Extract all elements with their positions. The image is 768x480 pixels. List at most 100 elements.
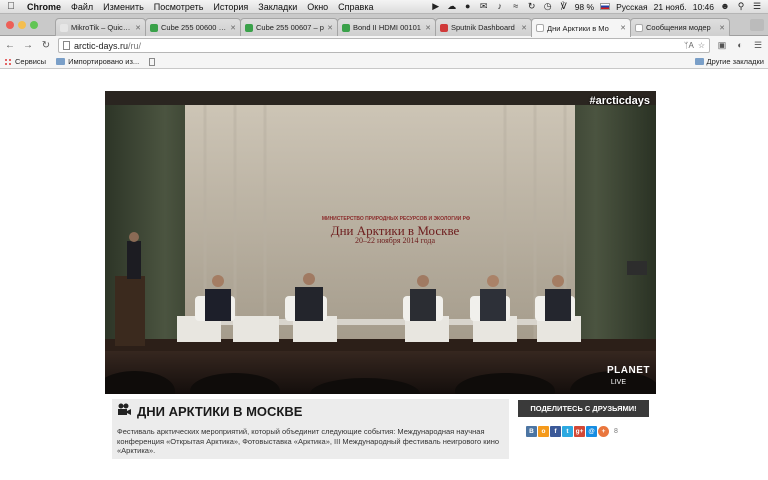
- chrome-menu-icon[interactable]: ☰: [752, 40, 764, 52]
- social-share-buttons: В о f t g+ @ + 8: [526, 426, 618, 437]
- clock-icon[interactable]: ◷: [543, 2, 553, 11]
- zoom-window-button[interactable]: [30, 21, 38, 29]
- cloud-icon[interactable]: ☁: [447, 2, 457, 11]
- wifi-icon[interactable]: ≈: [511, 2, 521, 11]
- menubar-date[interactable]: 21 нояб.: [654, 2, 687, 12]
- battery-percent[interactable]: 98 %: [575, 2, 594, 12]
- bluetooth-icon[interactable]: ℣: [559, 2, 569, 11]
- page-icon: [63, 41, 70, 50]
- user-icon[interactable]: ☻: [720, 2, 730, 11]
- tab-label: Cube 255 00607 – p: [256, 23, 324, 32]
- tab-label: Bond II HDMI 00101: [353, 23, 421, 32]
- tab-arctic-days[interactable]: Дни Арктики в Мо ✕: [531, 18, 631, 37]
- tab-label: Cube 255 00600 – p: [161, 23, 229, 32]
- bookmark-star-icon[interactable]: ☆: [698, 41, 705, 50]
- live-video-player[interactable]: МИНИСТЕРСТВО ПРИРОДНЫХ РЕСУРСОВ И ЭКОЛОГ…: [105, 91, 656, 394]
- bookmarks-bar: Сервисы Импортировано из... Другие закла…: [0, 55, 768, 69]
- share-count: 8: [614, 428, 618, 435]
- odnoklassniki-share-icon[interactable]: о: [538, 426, 549, 437]
- volume-icon[interactable]: ♪: [495, 2, 505, 11]
- search-icon[interactable]: ⚲: [736, 2, 746, 11]
- bookmark-imported-folder[interactable]: Импортировано из...: [56, 57, 139, 66]
- window-controls: [6, 21, 38, 29]
- back-icon[interactable]: ←: [4, 40, 16, 51]
- extension-icon[interactable]: ◐: [734, 40, 746, 52]
- menu-app-name[interactable]: Chrome: [22, 2, 66, 12]
- close-icon[interactable]: ✕: [521, 24, 527, 32]
- close-icon[interactable]: ✕: [425, 24, 431, 32]
- profile-icon[interactable]: [750, 19, 764, 31]
- tab-favicon: [150, 23, 158, 32]
- russian-flag-icon: [600, 3, 611, 10]
- tab-bond-hdmi[interactable]: Bond II HDMI 00101 ✕: [337, 18, 436, 36]
- menu-edit[interactable]: Изменить: [98, 2, 149, 12]
- forward-icon[interactable]: →: [22, 40, 34, 51]
- menu-window[interactable]: Окно: [302, 2, 333, 12]
- reload-icon[interactable]: ↻: [40, 40, 52, 51]
- close-icon[interactable]: ✕: [135, 24, 141, 32]
- tab-mikrotik[interactable]: MikroTik – Quick Se ✕: [55, 18, 146, 36]
- bookmark-label: Импортировано из...: [68, 57, 140, 66]
- folder-icon: [56, 58, 66, 65]
- bookmark-other-folder[interactable]: Другие закладки: [694, 57, 764, 66]
- facebook-share-icon[interactable]: f: [550, 426, 561, 437]
- menu-bookmarks[interactable]: Закладки: [253, 2, 302, 12]
- extension-translate-icon[interactable]: ▣: [716, 40, 728, 52]
- close-icon[interactable]: ✕: [620, 24, 626, 32]
- more-share-icon[interactable]: +: [598, 426, 609, 437]
- sync-icon[interactable]: ↻: [527, 2, 537, 11]
- tab-cube-00607[interactable]: Cube 255 00607 – p ✕: [240, 18, 338, 36]
- mail-ru-share-icon[interactable]: @: [586, 426, 597, 437]
- address-bar[interactable]: arctic-days.ru/ru/ ᛉA ☆: [58, 38, 710, 53]
- tab-label: Sputnik Dashboard: [451, 23, 515, 32]
- menu-help[interactable]: Справка: [333, 2, 378, 12]
- menu-file[interactable]: Файл: [66, 2, 98, 12]
- menu-history[interactable]: История: [208, 2, 253, 12]
- apps-grid-icon: [4, 57, 12, 66]
- event-title: ДНИ АРКТИКИ В МОСКВЕ: [137, 404, 303, 419]
- google-plus-share-icon[interactable]: g+: [574, 426, 585, 437]
- menu-view[interactable]: Посмотреть: [149, 2, 209, 12]
- list-icon[interactable]: ☰: [752, 2, 762, 11]
- bookmark-label: Сервисы: [15, 57, 47, 66]
- tab-moderation-messages[interactable]: Сообщения модер ✕: [630, 18, 730, 36]
- tab-favicon: [536, 24, 544, 32]
- bookmark-apps[interactable]: Сервисы: [4, 57, 46, 66]
- record-icon[interactable]: ●: [463, 2, 473, 11]
- event-description: Фестиваль арктических мероприятий, котор…: [117, 427, 500, 455]
- tab-sputnik-dashboard[interactable]: Sputnik Dashboard ✕: [435, 18, 532, 36]
- tab-strip: MikroTik – Quick Se ✕ Cube 255 00600 – p…: [0, 14, 768, 37]
- tab-favicon: [342, 23, 350, 32]
- close-icon[interactable]: ✕: [719, 24, 725, 32]
- video-hashtag: #arcticdays: [589, 95, 650, 107]
- vk-share-icon[interactable]: В: [526, 426, 537, 437]
- close-icon[interactable]: ✕: [230, 24, 236, 32]
- banner-date: 20–22 ноября 2014 года: [354, 236, 436, 245]
- minimize-window-button[interactable]: [18, 21, 26, 29]
- close-icon[interactable]: ✕: [327, 24, 333, 32]
- tab-label: Дни Арктики в Мо: [547, 23, 609, 33]
- banner-organizer: МИНИСТЕРСТВО ПРИРОДНЫХ РЕСУРСОВ И ЭКОЛОГ…: [321, 216, 471, 222]
- twitter-share-icon[interactable]: t: [562, 426, 573, 437]
- url-host: arctic-days.ru: [74, 40, 129, 51]
- menubar-time[interactable]: 10:46: [693, 2, 714, 12]
- tab-cube-00600[interactable]: Cube 255 00600 – p ✕: [145, 18, 241, 36]
- video-camera-icon: [118, 403, 131, 415]
- mail-icon[interactable]: ✉: [479, 2, 489, 11]
- translate-icon[interactable]: ᛉA: [684, 41, 694, 50]
- play-icon[interactable]: ▶: [431, 2, 441, 11]
- bookmark-page[interactable]: [149, 57, 156, 66]
- live-badge: LIVE: [610, 379, 626, 386]
- tab-favicon: [440, 23, 448, 32]
- url-path: /ru/: [128, 40, 142, 51]
- bookmark-label: Другие закладки: [706, 57, 764, 66]
- share-with-friends-button[interactable]: ПОДЕЛИТЕСЬ С ДРУЗЬЯМИ!: [518, 400, 649, 417]
- close-window-button[interactable]: [6, 21, 14, 29]
- menubar-status-area: ▶ ☁ ● ✉ ♪ ≈ ↻ ◷ ℣ 98 % Русская 21 нояб. …: [431, 2, 768, 12]
- tab-label: MikroTik – Quick Se: [71, 23, 134, 32]
- input-language[interactable]: Русская: [616, 2, 648, 12]
- apple-menu-icon[interactable]: : [0, 1, 22, 12]
- tab-favicon: [60, 23, 68, 32]
- tab-favicon: [635, 23, 643, 32]
- folder-icon: [694, 58, 704, 65]
